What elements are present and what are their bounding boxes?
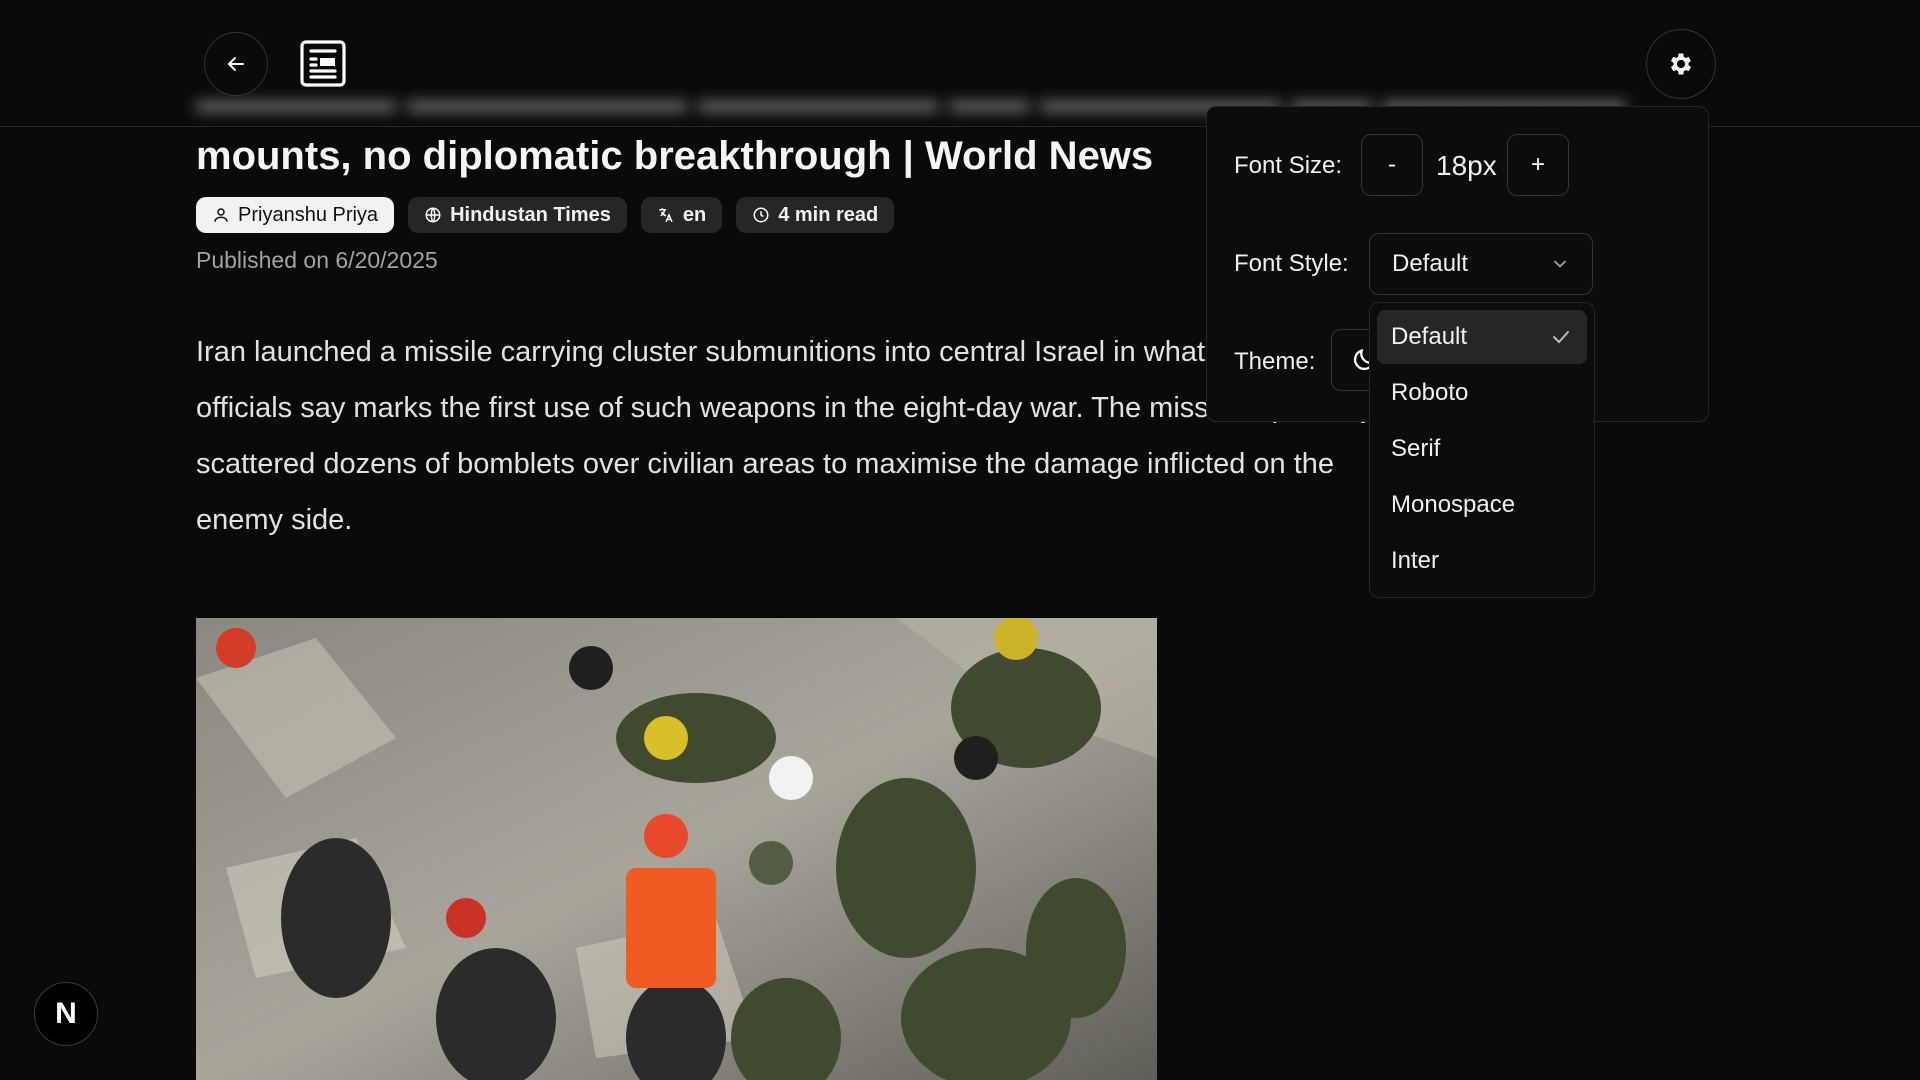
source-name: Hindustan Times: [450, 203, 611, 226]
badge-letter: N: [55, 997, 77, 1030]
user-icon: [214, 208, 228, 222]
clock-icon: [753, 207, 769, 223]
read-time-chip: 4 min read: [736, 197, 895, 233]
read-time: 4 min read: [778, 203, 879, 226]
font-option-label: Roboto: [1391, 379, 1469, 406]
translate-icon: [659, 208, 673, 223]
font-style-select[interactable]: Default: [1369, 233, 1593, 295]
font-option-label: Inter: [1391, 547, 1440, 574]
article-image: [196, 618, 1157, 1080]
font-style-label: Font Style:: [1234, 250, 1349, 277]
author-name: Priyanshu Priya: [238, 203, 379, 226]
check-icon: [1553, 331, 1569, 344]
language-chip[interactable]: en: [640, 197, 723, 233]
reader-mode-icon[interactable]: [298, 38, 348, 93]
arrow-left-icon: [228, 57, 244, 71]
font-option-inter[interactable]: Inter: [1377, 534, 1587, 588]
settings-button[interactable]: [1646, 29, 1716, 99]
font-style-dropdown: Default Roboto Serif Monospace Inter: [1369, 302, 1595, 598]
decrease-font-button[interactable]: -: [1361, 134, 1423, 196]
theme-label: Theme:: [1234, 348, 1316, 375]
back-button[interactable]: [204, 32, 268, 96]
globe-icon: [425, 207, 441, 223]
article-body: Iran launched a missile carrying cluster…: [196, 336, 1375, 536]
font-option-label: Default: [1391, 323, 1468, 350]
font-style-value: Default: [1392, 250, 1469, 277]
font-option-monospace[interactable]: Monospace: [1377, 478, 1587, 532]
source-chip[interactable]: Hindustan Times: [408, 197, 627, 233]
font-option-serif[interactable]: Serif: [1377, 422, 1587, 476]
font-option-label: Serif: [1391, 435, 1441, 462]
font-option-roboto[interactable]: Roboto: [1377, 366, 1587, 420]
font-size-label: Font Size:: [1234, 152, 1343, 179]
next-logo-badge[interactable]: N: [34, 982, 98, 1046]
increase-font-button[interactable]: +: [1507, 134, 1569, 196]
font-option-label: Monospace: [1391, 491, 1516, 518]
language-code: en: [682, 203, 707, 226]
gear-icon: [1670, 53, 1692, 75]
font-option-default[interactable]: Default: [1377, 310, 1587, 364]
author-chip[interactable]: Priyanshu Priya: [196, 197, 395, 233]
font-size-value: 18px: [1436, 150, 1497, 181]
chevron-down-icon: [1554, 260, 1566, 268]
